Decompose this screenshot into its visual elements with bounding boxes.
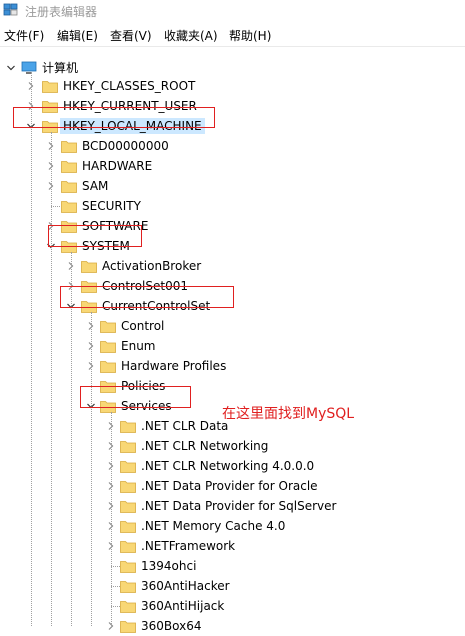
folder-icon bbox=[81, 301, 97, 313]
menu-bar: 文件(F) 编辑(E) 查看(V) 收藏夹(A) 帮助(H) bbox=[0, 24, 465, 46]
folder-icon bbox=[42, 81, 58, 93]
tree-node-label: Policies bbox=[121, 379, 166, 393]
tree-connector bbox=[51, 206, 60, 207]
folder-icon bbox=[61, 221, 77, 233]
tree-node-label: Enum bbox=[121, 339, 156, 353]
folder-icon bbox=[42, 101, 58, 113]
tree-node-label: .NET CLR Networking 4.0.0.0 bbox=[141, 459, 315, 473]
title-bar: 注册表编辑器 bbox=[0, 0, 465, 22]
tree-node-label: 1394ohci bbox=[141, 559, 197, 573]
folder-icon bbox=[120, 601, 136, 613]
folder-icon bbox=[120, 581, 136, 593]
tree-connector bbox=[111, 586, 120, 587]
menu-favorites[interactable]: 收藏夹(A) bbox=[164, 27, 218, 44]
tree-node-label: SECURITY bbox=[82, 199, 141, 213]
tree-node-label: SYSTEM bbox=[82, 239, 130, 253]
folder-icon bbox=[61, 181, 77, 193]
tree-node-label: 360AntiHijack bbox=[141, 599, 225, 613]
tree-node-label: ControlSet001 bbox=[102, 279, 188, 293]
folder-icon bbox=[120, 541, 136, 553]
tree-node-label: .NET Data Provider for SqlServer bbox=[141, 499, 337, 513]
tree-guide-line bbox=[51, 132, 52, 626]
tree-connector bbox=[91, 386, 100, 387]
tree-guide-line bbox=[111, 412, 112, 626]
tree-node-label: Services bbox=[121, 399, 172, 413]
folder-icon bbox=[61, 241, 77, 253]
chevron-down-icon[interactable] bbox=[6, 63, 16, 73]
tree-node-label: HKEY_LOCAL_MACHINE bbox=[60, 118, 205, 134]
menu-edit[interactable]: 编辑(E) bbox=[57, 27, 98, 44]
tree-node-label: HKEY_CURRENT_USER bbox=[63, 99, 197, 113]
tree-node-label: SAM bbox=[82, 179, 109, 193]
tree-node-label: Hardware Profiles bbox=[121, 359, 227, 373]
tree-node-label: 360AntiHacker bbox=[141, 579, 230, 593]
tree-connector bbox=[111, 606, 120, 607]
menu-separator bbox=[0, 46, 465, 47]
tree-node-label: .NET Data Provider for Oracle bbox=[141, 479, 318, 493]
folder-icon bbox=[100, 321, 116, 333]
tree-node-label: Control bbox=[121, 319, 165, 333]
folder-icon bbox=[120, 481, 136, 493]
folder-icon bbox=[100, 401, 116, 413]
tree-connector bbox=[111, 566, 120, 567]
folder-icon bbox=[120, 561, 136, 573]
folder-icon bbox=[81, 281, 97, 293]
folder-icon bbox=[120, 501, 136, 513]
folder-icon bbox=[120, 521, 136, 533]
folder-icon bbox=[100, 341, 116, 353]
tree-node-label: SOFTWARE bbox=[82, 219, 149, 233]
tree-node-label: .NETFramework bbox=[141, 539, 236, 553]
tree-node-label: BCD00000000 bbox=[82, 139, 169, 153]
tree-node-label: .NET CLR Data bbox=[141, 419, 229, 433]
computer-icon bbox=[21, 61, 37, 74]
folder-icon bbox=[100, 381, 116, 393]
tree-node-label: ActivationBroker bbox=[102, 259, 202, 273]
folder-icon bbox=[42, 121, 58, 133]
folder-icon bbox=[81, 261, 97, 273]
folder-icon bbox=[61, 161, 77, 173]
folder-icon bbox=[61, 201, 77, 213]
registry-editor-icon bbox=[3, 3, 18, 16]
tree-guide-line bbox=[91, 312, 92, 626]
menu-file[interactable]: 文件(F) bbox=[4, 27, 44, 44]
tree-node-label: .NET CLR Networking bbox=[141, 439, 269, 453]
annotation-text: 在这里面找到MySQL bbox=[222, 406, 355, 422]
folder-icon bbox=[120, 441, 136, 453]
tree-guide-line bbox=[31, 72, 32, 626]
folder-icon bbox=[61, 141, 77, 153]
folder-icon bbox=[100, 361, 116, 373]
tree-node-label: CurrentControlSet bbox=[102, 299, 211, 313]
folder-icon bbox=[120, 621, 136, 633]
folder-icon bbox=[120, 461, 136, 473]
tree-guide-line bbox=[71, 252, 72, 626]
tree-node-label: 计算机 bbox=[42, 61, 79, 75]
menu-view[interactable]: 查看(V) bbox=[110, 27, 152, 44]
tree-node-label: .NET Memory Cache 4.0 bbox=[141, 519, 286, 533]
menu-help[interactable]: 帮助(H) bbox=[229, 27, 271, 44]
tree-node-label: HKEY_CLASSES_ROOT bbox=[63, 79, 196, 93]
tree-node-label: 360Box64 bbox=[141, 619, 202, 633]
tree-node-label: HARDWARE bbox=[82, 159, 153, 173]
window-title: 注册表编辑器 bbox=[25, 5, 98, 19]
folder-icon bbox=[120, 421, 136, 433]
